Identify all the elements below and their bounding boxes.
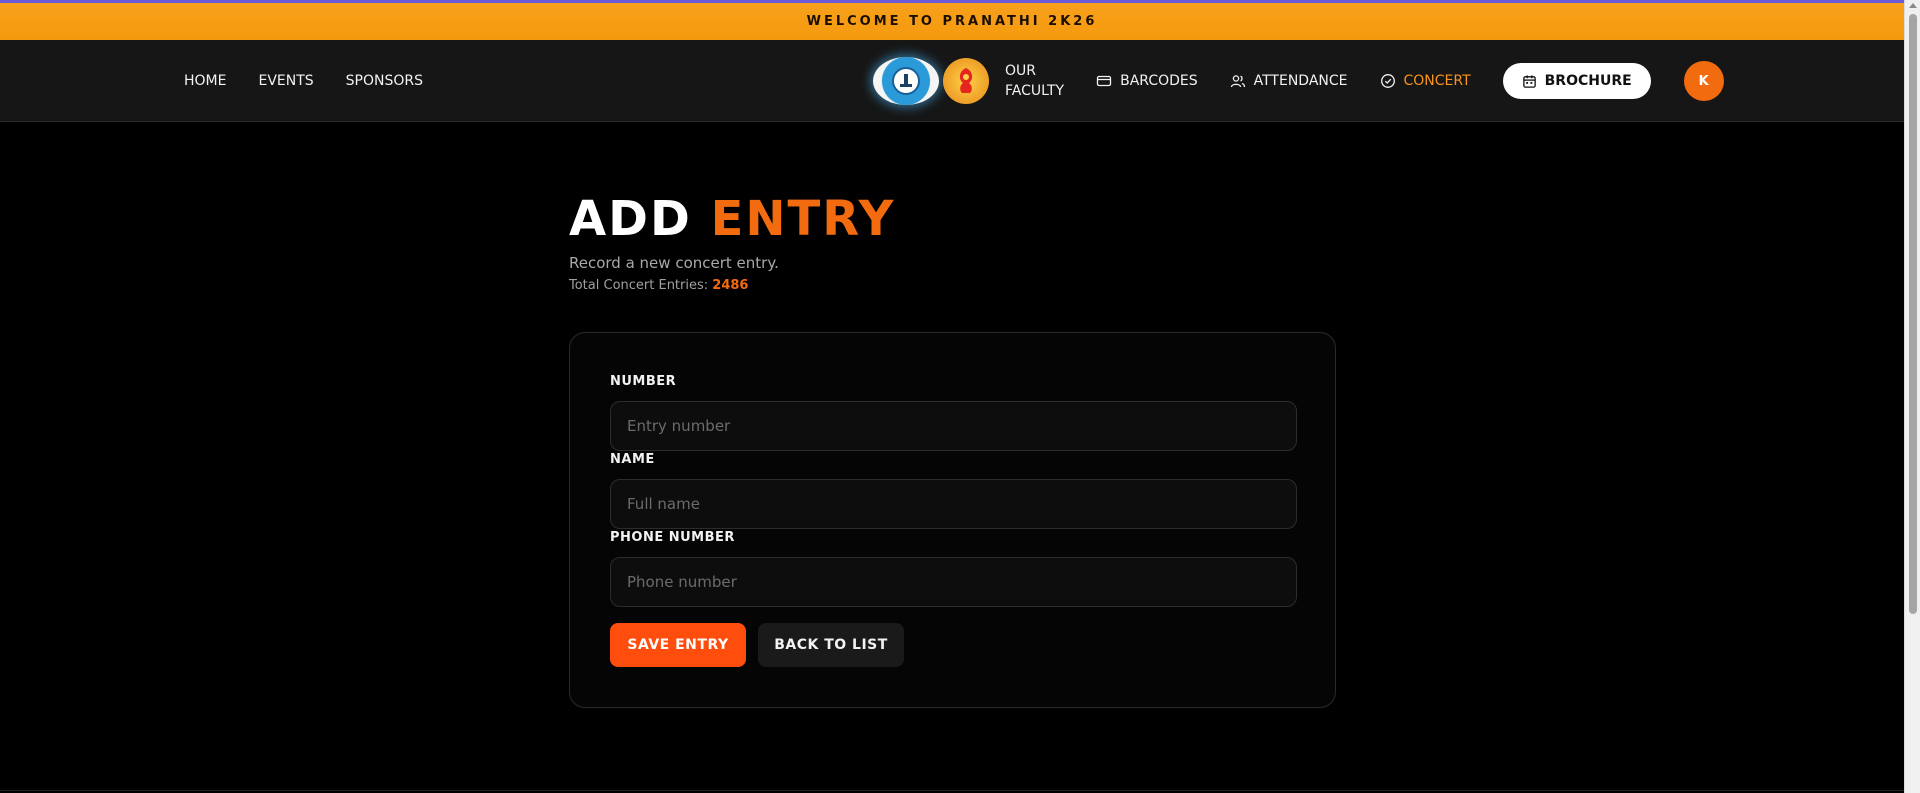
entry-form-card: NUMBER NAME PHONE NUMBER SAVE ENTRY BACK… — [569, 332, 1336, 708]
calendar-icon — [1522, 74, 1536, 88]
page-subtitle: Record a new concert entry. — [569, 254, 779, 272]
back-to-list-button[interactable]: BACK TO LIST — [758, 623, 904, 667]
check-circle-icon — [1380, 74, 1395, 88]
nav-events-link[interactable]: EVENTS — [258, 73, 313, 89]
vertical-scrollbar[interactable] — [1904, 0, 1920, 793]
entry-counter-label: Total Concert Entries: — [569, 278, 709, 293]
nav-barcodes-link[interactable]: BARCODES — [1096, 73, 1198, 89]
users-icon — [1230, 75, 1245, 88]
name-input[interactable] — [610, 479, 1297, 529]
nav-attendance-label: ATTENDANCE — [1253, 73, 1348, 89]
entry-counter: Total Concert Entries: 2486 — [569, 278, 1336, 293]
name-label: NAME — [610, 452, 655, 467]
nav-sponsors-link[interactable]: SPONSORS — [346, 73, 423, 89]
phone-input[interactable] — [610, 557, 1297, 607]
save-entry-button[interactable]: SAVE ENTRY — [610, 623, 746, 667]
fest-emblem-icon — [959, 68, 973, 93]
fest-logo[interactable] — [943, 58, 989, 104]
scroll-up-arrow-icon[interactable] — [1909, 3, 1917, 8]
page-divider — [0, 790, 1904, 791]
brochure-label: BROCHURE — [1544, 73, 1632, 89]
nav-concert-label: CONCERT — [1403, 73, 1471, 89]
nav-barcodes-label: BARCODES — [1120, 73, 1198, 89]
phone-label: PHONE NUMBER — [610, 530, 735, 545]
brochure-button[interactable]: BROCHURE — [1502, 63, 1651, 99]
top-navbar: HOME EVENTS SPONSORS OUR FACULTY BARCODE… — [0, 40, 1904, 122]
welcome-banner: WELCOME TO PRANATHI 2K26 — [0, 0, 1904, 40]
nav-concert-link[interactable]: CONCERT — [1380, 73, 1471, 89]
nav-attendance-link[interactable]: ATTENDANCE — [1230, 73, 1348, 89]
nav-left-links: HOME EVENTS SPONSORS — [184, 40, 423, 122]
welcome-banner-text: WELCOME TO PRANATHI 2K26 — [806, 14, 1098, 29]
college-logo-icon — [892, 67, 920, 95]
number-input[interactable] — [610, 401, 1297, 451]
page-title-part1: ADD — [569, 191, 692, 247]
faculty-line-1: OUR — [1005, 63, 1036, 79]
nav-our-faculty-link[interactable]: OUR FACULTY — [1005, 61, 1064, 101]
college-logo[interactable] — [873, 57, 939, 105]
user-avatar[interactable]: K — [1683, 61, 1724, 101]
faculty-line-2: FACULTY — [1005, 83, 1065, 99]
page-title: ADD ENTRY — [569, 190, 1336, 248]
scrollbar-thumb[interactable] — [1909, 14, 1917, 614]
page-header: ADD ENTRY Record a new concert entry. To… — [569, 190, 1336, 293]
nav-right-group: OUR FACULTY BARCODES ATTENDANCE CONCERT … — [873, 40, 1724, 122]
number-label: NUMBER — [610, 374, 677, 389]
card-icon — [1096, 75, 1112, 87]
page-title-part2: ENTRY — [710, 191, 896, 247]
nav-home-link[interactable]: HOME — [184, 73, 226, 89]
entry-counter-value: 2486 — [712, 278, 749, 293]
